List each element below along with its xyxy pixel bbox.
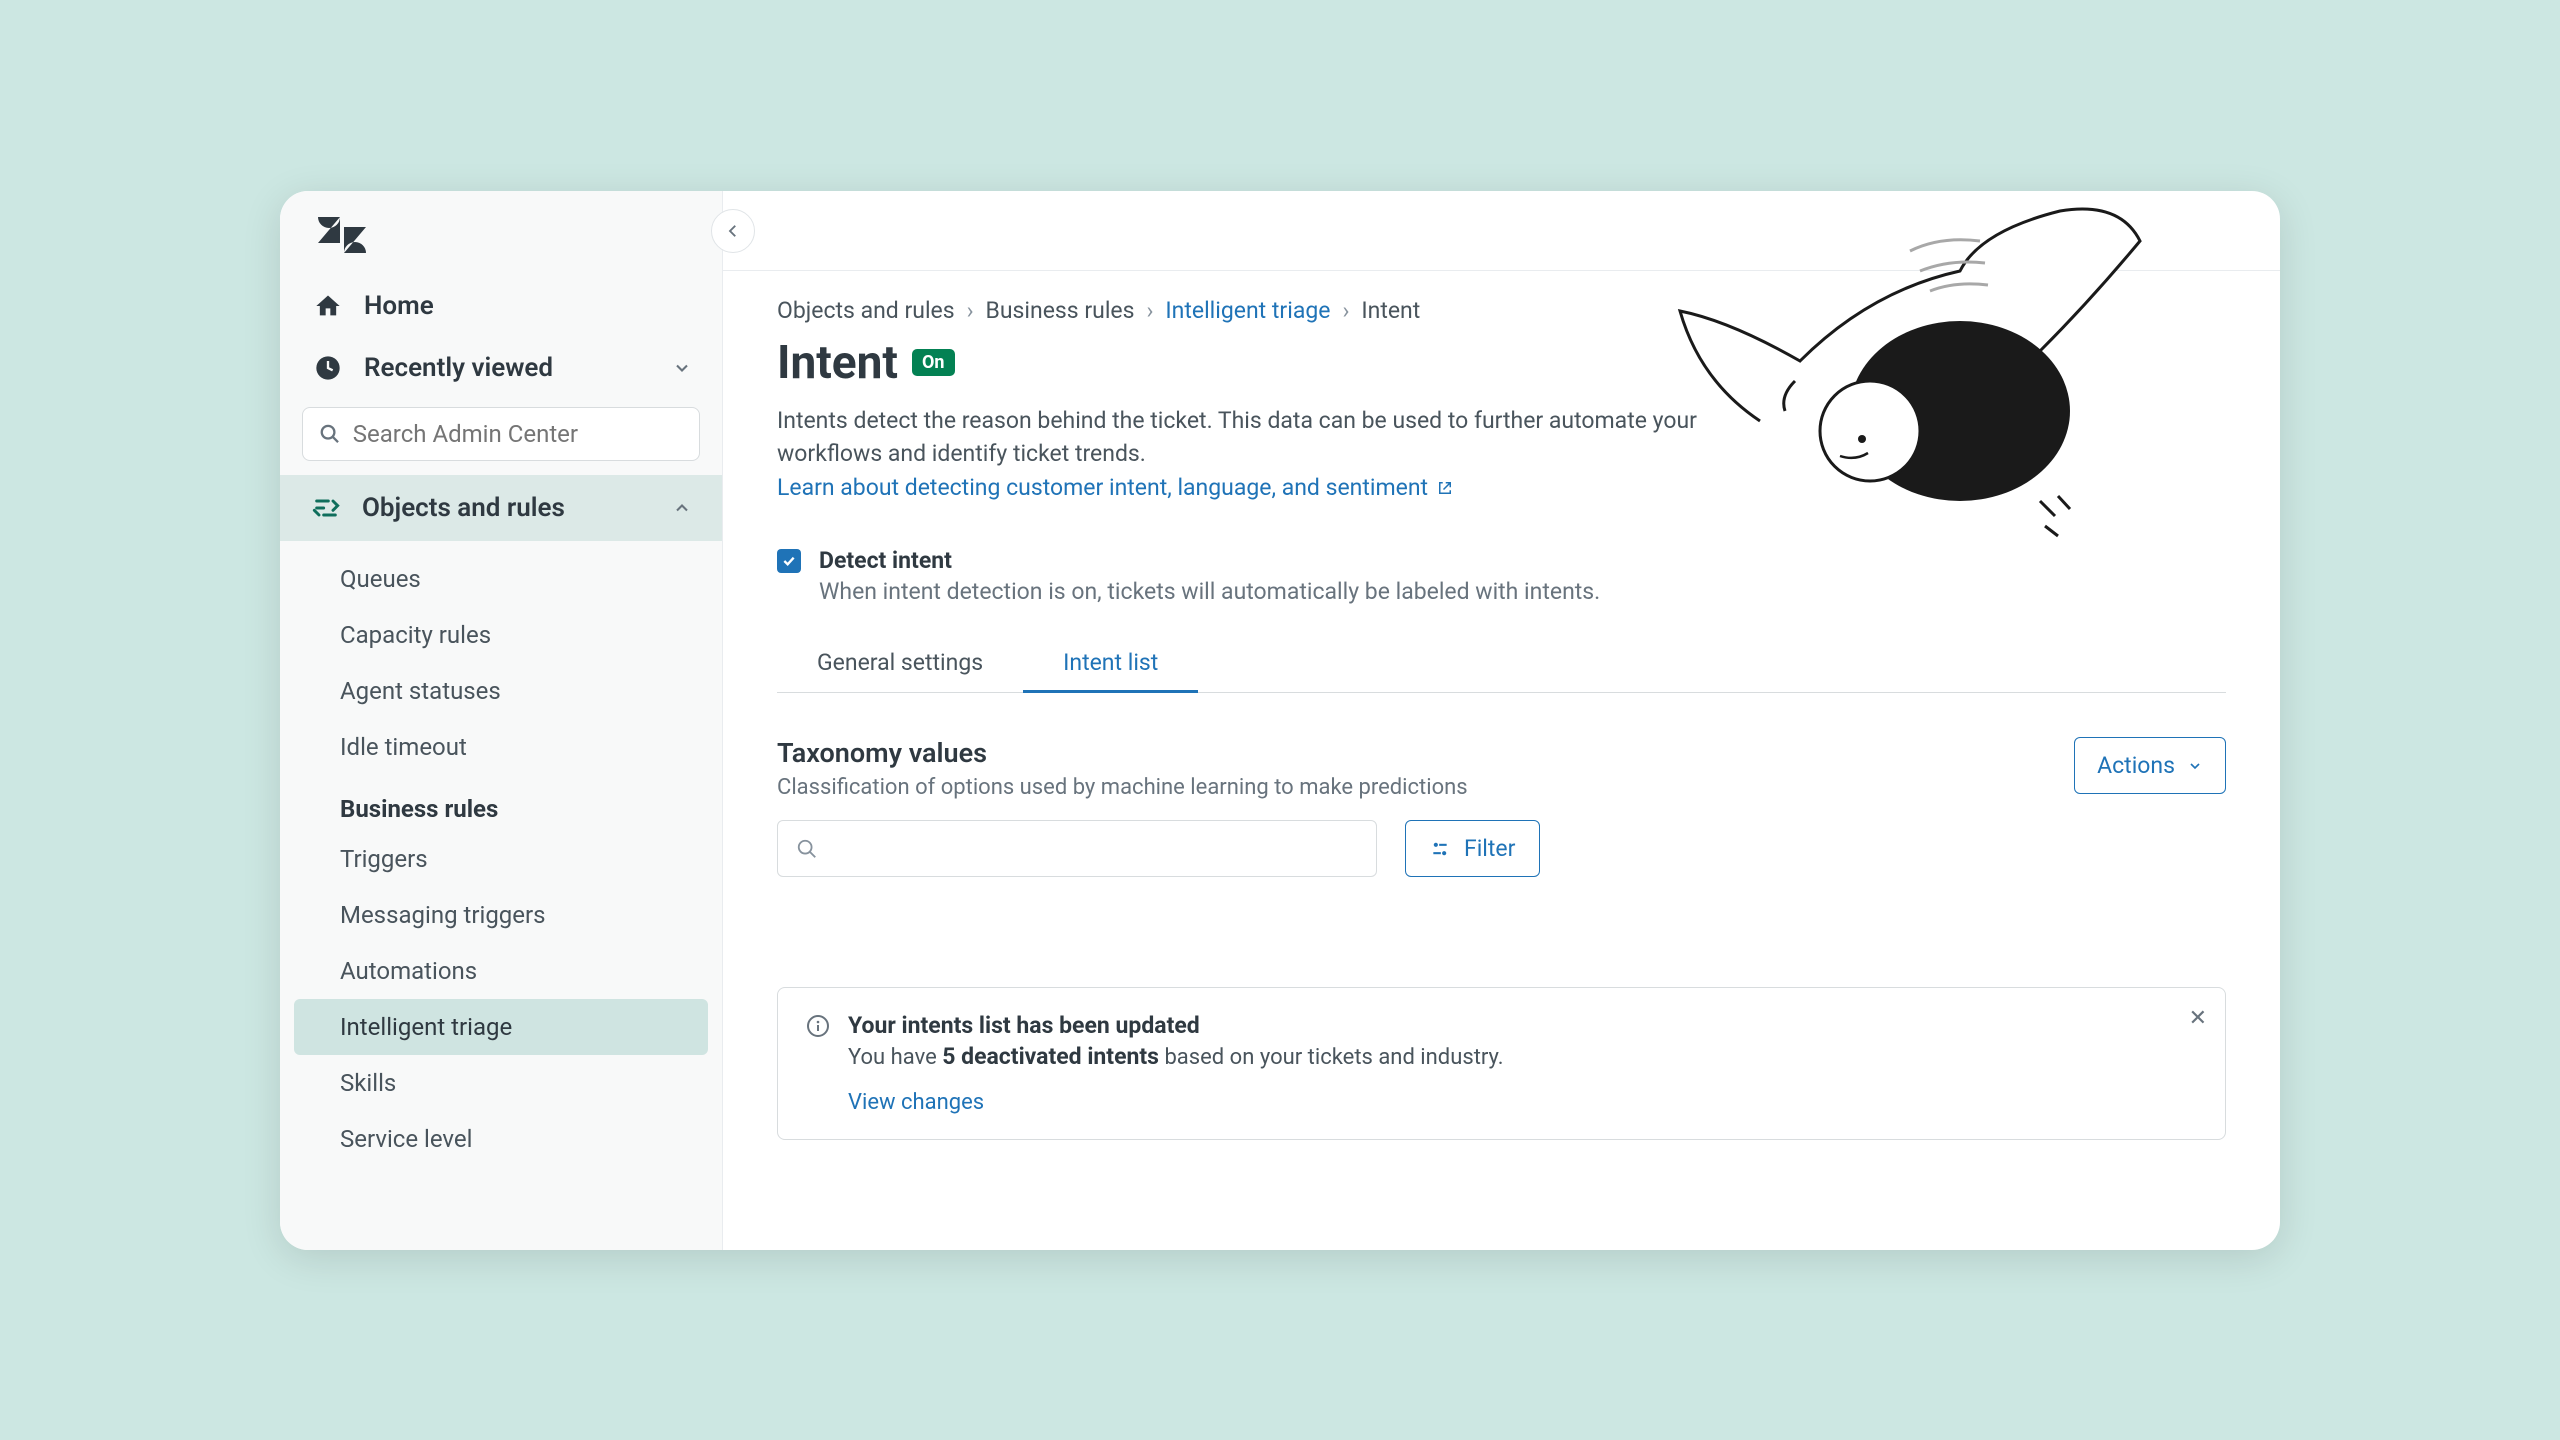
alert-body: You have 5 deactivated intents based on … [848, 1043, 1504, 1070]
sidebar-item-queues[interactable]: Queues [280, 551, 722, 607]
taxonomy-search[interactable] [777, 820, 1377, 877]
sidebar-section-objects-rules[interactable]: Objects and rules [280, 475, 722, 541]
external-link-icon [1436, 479, 1454, 497]
alert-close-button[interactable]: ✕ [2189, 1006, 2207, 1031]
taxonomy-subheading: Classification of options used by machin… [777, 775, 1468, 800]
learn-more-link[interactable]: Learn about detecting customer intent, l… [777, 474, 1454, 501]
sidebar-item-skills[interactable]: Skills [280, 1055, 722, 1111]
tabs: General settings Intent list [777, 635, 2226, 693]
actions-button[interactable]: Actions [2074, 737, 2226, 794]
nav-recent-label: Recently viewed [364, 353, 553, 383]
actions-label: Actions [2097, 752, 2175, 779]
tab-intent-list[interactable]: Intent list [1023, 635, 1198, 693]
filter-button[interactable]: Filter [1405, 820, 1540, 877]
collapse-sidebar-button[interactable] [711, 209, 755, 253]
page-description: Intents detect the reason behind the tic… [777, 404, 1697, 471]
breadcrumb-business-rules[interactable]: Business rules [986, 297, 1135, 324]
detect-intent-desc: When intent detection is on, tickets wil… [819, 578, 1600, 605]
zendesk-logo [280, 205, 722, 275]
chevron-left-icon [724, 222, 742, 240]
nav-home[interactable]: Home [280, 275, 722, 337]
sidebar-item-triggers[interactable]: Triggers [280, 831, 722, 887]
home-icon [314, 292, 342, 320]
breadcrumb-intelligent-triage[interactable]: Intelligent triage [1165, 297, 1330, 324]
sidebar-item-agent-statuses[interactable]: Agent statuses [280, 663, 722, 719]
search-icon [319, 422, 341, 446]
routing-icon [312, 494, 340, 522]
breadcrumb-separator: › [1146, 297, 1153, 324]
sidebar-item-service-level[interactable]: Service level [280, 1111, 722, 1167]
chevron-down-icon [2187, 758, 2203, 774]
breadcrumb-separator: › [1342, 297, 1349, 324]
filter-label: Filter [1464, 835, 1515, 862]
alert-title: Your intents list has been updated [848, 1012, 1200, 1039]
clock-icon [314, 354, 342, 382]
taxonomy-heading: Taxonomy values [777, 737, 1468, 769]
tab-general-settings[interactable]: General settings [777, 635, 1023, 692]
view-changes-link[interactable]: View changes [848, 1090, 984, 1115]
status-badge-on: On [912, 349, 955, 376]
hero-illustration [1640, 191, 2160, 585]
sidebar-item-capacity-rules[interactable]: Capacity rules [280, 607, 722, 663]
sidebar-section-label: Objects and rules [362, 493, 565, 523]
nav-recent[interactable]: Recently viewed [280, 337, 722, 399]
sidebar: Home Recently viewed Objects and rules Q… [280, 191, 723, 1250]
sidebar-item-automations[interactable]: Automations [280, 943, 722, 999]
sidebar-group-business-rules: Business rules [280, 775, 722, 831]
breadcrumb-intent: Intent [1361, 297, 1420, 324]
search-icon [796, 838, 818, 860]
learn-more-label: Learn about detecting customer intent, l… [777, 474, 1428, 501]
breadcrumb-separator: › [967, 297, 974, 324]
main-panel: Objects and rules › Business rules › Int… [723, 191, 2280, 1250]
filter-icon [1430, 839, 1450, 859]
check-icon [781, 553, 797, 569]
search-admin-center[interactable] [302, 407, 700, 461]
chevron-up-icon [672, 498, 692, 518]
search-input[interactable] [353, 420, 683, 448]
breadcrumb-objects-rules[interactable]: Objects and rules [777, 297, 955, 324]
detect-intent-label: Detect intent [819, 547, 952, 574]
app-window: Home Recently viewed Objects and rules Q… [280, 191, 2280, 1250]
sidebar-item-messaging-triggers[interactable]: Messaging triggers [280, 887, 722, 943]
info-icon [806, 1014, 830, 1038]
chevron-down-icon [672, 358, 692, 378]
sidebar-sublist: Queues Capacity rules Agent statuses Idl… [280, 541, 722, 1167]
sidebar-item-intelligent-triage[interactable]: Intelligent triage [294, 999, 708, 1055]
detect-intent-checkbox[interactable] [777, 549, 801, 573]
sidebar-item-idle-timeout[interactable]: Idle timeout [280, 719, 722, 775]
page-title: Intent [777, 336, 898, 390]
update-alert: Your intents list has been updated You h… [777, 987, 2226, 1140]
nav-home-label: Home [364, 291, 434, 321]
